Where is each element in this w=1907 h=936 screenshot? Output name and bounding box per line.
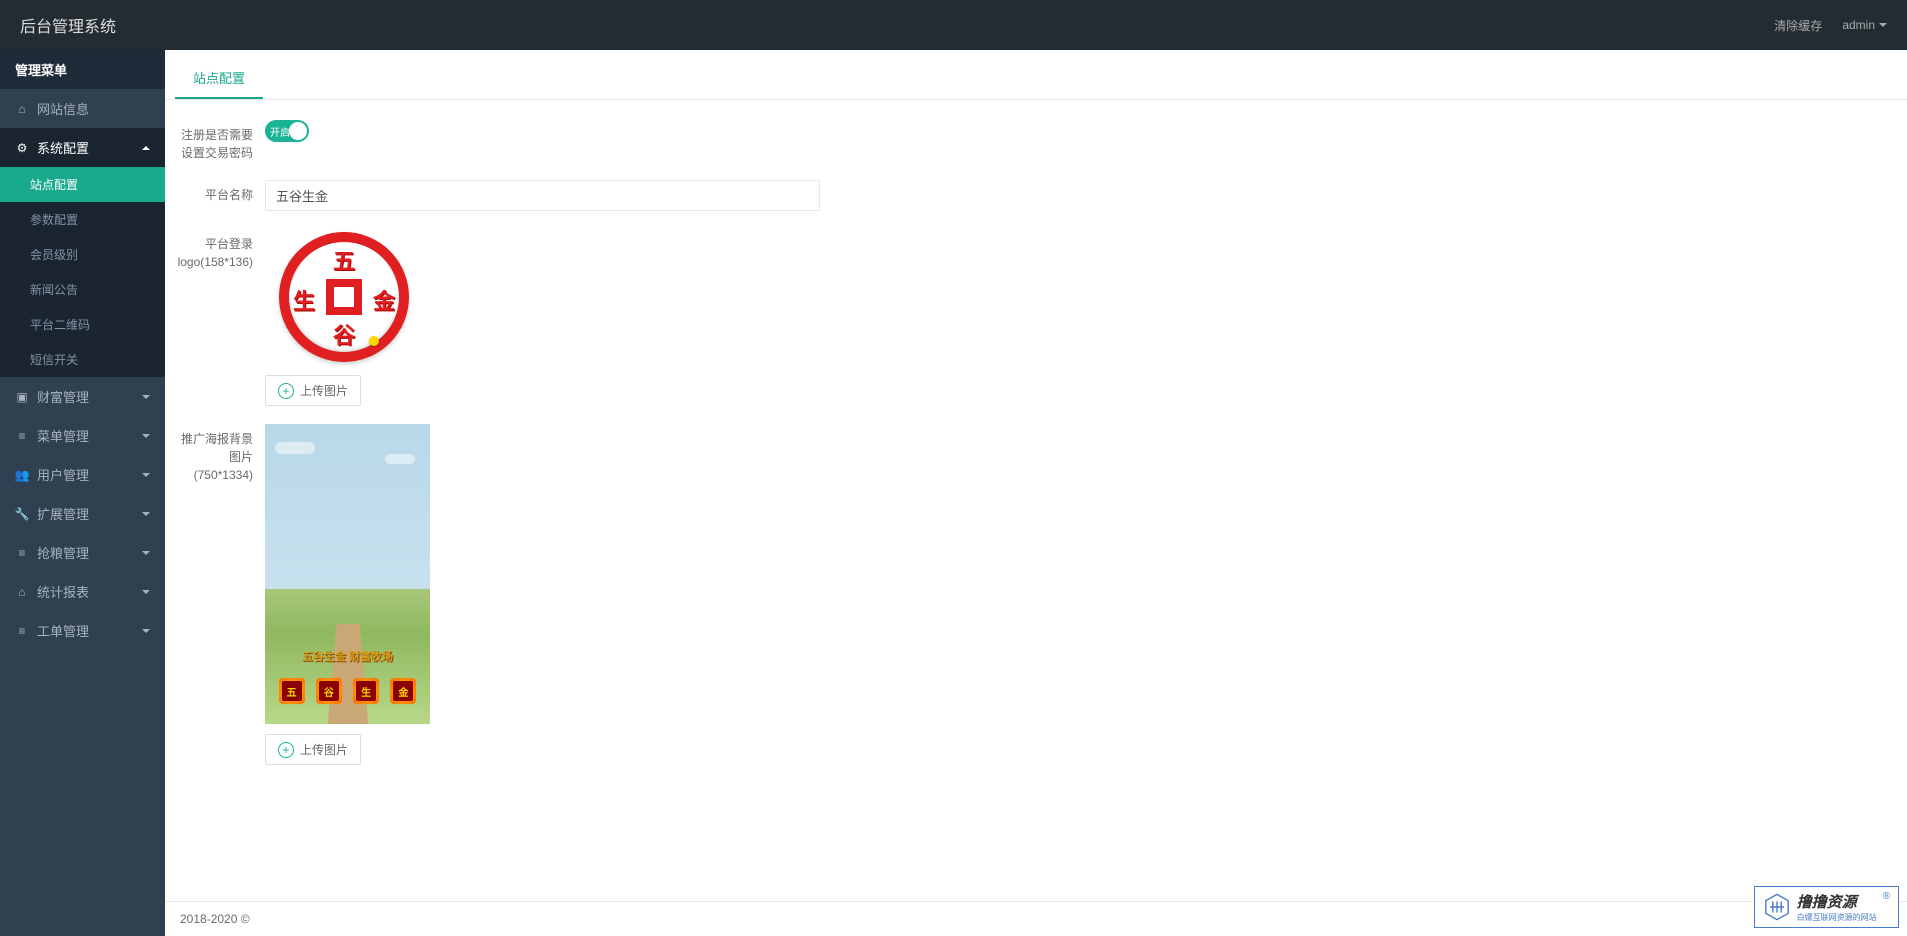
sidebar-item-label: 用户管理 (37, 465, 89, 484)
sidebar-item-网站信息[interactable]: ⌂ 网站信息 (0, 89, 165, 128)
sidebar-subitem-会员级别[interactable]: 会员级别 (0, 237, 165, 272)
form: 注册是否需要设置交易密码 开启 平台名称 平台登录logo(158*136) (165, 100, 1907, 803)
sidebar-subitem-站点配置[interactable]: 站点配置 (0, 167, 165, 202)
watermark: 撸撸资源 白嫖互联网资源的网站 ® (1754, 886, 1899, 928)
caret-down-icon (142, 395, 150, 399)
caret-down-icon (142, 512, 150, 516)
label-platform-name: 平台名称 (175, 180, 265, 204)
money-icon: ▣ (15, 390, 29, 404)
watermark-logo-icon (1763, 893, 1791, 921)
label-register-pwd: 注册是否需要设置交易密码 (175, 120, 265, 162)
sidebar-item-label: 系统配置 (37, 138, 89, 157)
sidebar-subitem-参数配置[interactable]: 参数配置 (0, 202, 165, 237)
sidebar-header: 管理菜单 (0, 50, 165, 89)
toggle-on-label: 开启 (265, 124, 290, 139)
poster-icon: 生 (353, 678, 379, 704)
coin-logo-icon: 五 谷 生 金 (279, 232, 409, 362)
sidebar: 管理菜单 ⌂ 网站信息 ⚙ 系统配置站点配置参数配置会员级别新闻公告平台二维码短信开关… (0, 50, 165, 936)
sidebar-item-菜单管理[interactable]: ≡ 菜单管理 (0, 416, 165, 455)
sidebar-item-label: 统计报表 (37, 582, 89, 601)
poster-icon: 谷 (316, 678, 342, 704)
toggle-knob (289, 122, 307, 140)
label-login-logo: 平台登录logo(158*136) (175, 229, 265, 271)
home-icon: ⌂ (15, 585, 29, 599)
list-icon: ≡ (15, 429, 29, 443)
poster-icon: 五 (279, 678, 305, 704)
row-register-pwd: 注册是否需要设置交易密码 开启 (175, 120, 1897, 162)
row-poster-bg: 推广海报背景图片(750*1334) 五谷生金 财富牧场 五谷生金 + 上传图片 (175, 424, 1897, 765)
poster-icon: 金 (390, 678, 416, 704)
sidebar-subitem-平台二维码[interactable]: 平台二维码 (0, 307, 165, 342)
header: 后台管理系统 清除缓存 admin (0, 0, 1907, 50)
user-menu[interactable]: admin (1842, 18, 1887, 32)
sidebar-item-系统配置[interactable]: ⚙ 系统配置 (0, 128, 165, 167)
sidebar-item-抢粮管理[interactable]: ≡ 抢粮管理 (0, 533, 165, 572)
sidebar-item-label: 网站信息 (37, 99, 89, 118)
caret-down-icon (142, 551, 150, 555)
caret-up-icon (142, 146, 150, 150)
poster-preview: 五谷生金 财富牧场 五谷生金 (265, 424, 430, 724)
sidebar-subitem-新闻公告[interactable]: 新闻公告 (0, 272, 165, 307)
plus-icon: + (278, 383, 294, 399)
wrench-icon: 🔧 (15, 507, 29, 521)
list-icon: ≡ (15, 624, 29, 638)
sidebar-item-label: 菜单管理 (37, 426, 89, 445)
clear-cache-link[interactable]: 清除缓存 (1774, 17, 1822, 34)
sidebar-item-财富管理[interactable]: ▣ 财富管理 (0, 377, 165, 416)
sidebar-item-label: 抢粮管理 (37, 543, 89, 562)
sidebar-item-工单管理[interactable]: ≡ 工单管理 (0, 611, 165, 650)
row-platform-name: 平台名称 (175, 180, 1897, 211)
caret-down-icon (142, 434, 150, 438)
watermark-r: ® (1883, 891, 1890, 902)
label-poster-bg: 推广海报背景图片(750*1334) (175, 424, 265, 484)
user-name: admin (1842, 18, 1875, 32)
watermark-title: 撸撸资源 (1797, 891, 1877, 912)
main-content: 站点配置 注册是否需要设置交易密码 开启 平台名称 平台登录log (165, 50, 1907, 936)
sidebar-subitem-短信开关[interactable]: 短信开关 (0, 342, 165, 377)
poster-banner-text: 五谷生金 财富牧场 (265, 648, 430, 664)
app-title: 后台管理系统 (20, 13, 116, 37)
tabs: 站点配置 (165, 58, 1907, 100)
home-icon: ⌂ (15, 102, 29, 116)
caret-down-icon (142, 590, 150, 594)
row-login-logo: 平台登录logo(158*136) 五 谷 生 金 (175, 229, 1897, 406)
toggle-register-pwd[interactable]: 开启 (265, 120, 309, 142)
list-icon: ≡ (15, 546, 29, 560)
cogs-icon: ⚙ (15, 141, 29, 155)
caret-down-icon (142, 629, 150, 633)
sidebar-item-用户管理[interactable]: 👥 用户管理 (0, 455, 165, 494)
upload-poster-button[interactable]: + 上传图片 (265, 734, 361, 765)
tab-site-config[interactable]: 站点配置 (175, 58, 263, 99)
sidebar-item-label: 财富管理 (37, 387, 89, 406)
logo-preview: 五 谷 生 金 (265, 229, 423, 365)
sidebar-item-label: 工单管理 (37, 621, 89, 640)
input-platform-name[interactable] (265, 180, 820, 211)
watermark-sub: 白嫖互联网资源的网站 (1797, 912, 1877, 923)
caret-down-icon (142, 473, 150, 477)
sidebar-item-扩展管理[interactable]: 🔧 扩展管理 (0, 494, 165, 533)
users-icon: 👥 (15, 468, 29, 482)
sidebar-item-统计报表[interactable]: ⌂ 统计报表 (0, 572, 165, 611)
plus-icon: + (278, 742, 294, 758)
sidebar-item-label: 扩展管理 (37, 504, 89, 523)
header-right: 清除缓存 admin (1774, 17, 1887, 34)
upload-logo-button[interactable]: + 上传图片 (265, 375, 361, 406)
sidebar-submenu: 站点配置参数配置会员级别新闻公告平台二维码短信开关 (0, 167, 165, 377)
footer: 2018-2020 © (165, 901, 1907, 936)
caret-down-icon (1879, 23, 1887, 27)
